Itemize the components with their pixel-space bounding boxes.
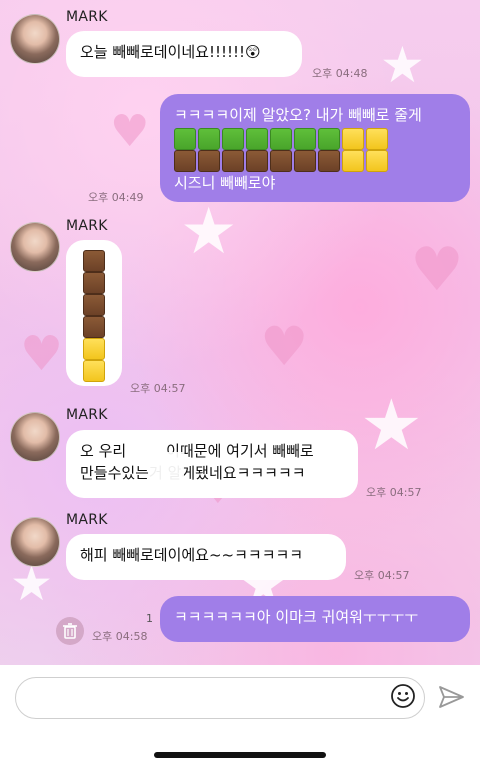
smiley-icon[interactable] bbox=[390, 683, 416, 709]
message-time: 오후 04:48 bbox=[312, 67, 368, 80]
message-text: ㅋㅋㅋㅋ이제 알았오? 내가 빼빼로 줄게 bbox=[174, 106, 422, 124]
message-text: 이때문에 여기서 빼빼로 bbox=[166, 442, 314, 460]
sender-name: MARK bbox=[66, 512, 108, 528]
message-bubble[interactable]: 오늘 빼빼로데이네요!!!!!!😲 bbox=[66, 31, 302, 77]
heart-decoration: ♥ bbox=[110, 106, 150, 157]
message-time: 오후 04:49 bbox=[88, 191, 144, 204]
heart-decoration: ♥ bbox=[260, 315, 309, 378]
message-text: 만들수있는거 알게됐네요ㅋㅋㅋㅋㅋ bbox=[80, 464, 306, 482]
censor-patch bbox=[148, 452, 184, 482]
message-text: 오늘 빼빼로데이네요!!!!!!😲 bbox=[80, 43, 261, 61]
message-time: 오후 04:57 bbox=[130, 382, 186, 395]
sender-name: MARK bbox=[66, 218, 108, 234]
avatar[interactable] bbox=[10, 412, 60, 462]
sender-name: MARK bbox=[66, 9, 108, 25]
message-text: 시즈니 빼빼로야 bbox=[174, 174, 276, 192]
send-icon[interactable] bbox=[436, 682, 466, 712]
message-bubble[interactable]: 해피 빼빼로데이에요~~ㅋㅋㅋㅋㅋ bbox=[66, 534, 346, 580]
star-decoration: ★ bbox=[10, 556, 54, 612]
home-indicator bbox=[154, 752, 326, 758]
message-text: ㅋㅋㅋㅋㅋㅋ아 이마크 귀여워ㅜㅜㅜㅜ bbox=[174, 608, 419, 626]
pepero-emoji-stick bbox=[82, 250, 106, 382]
star-decoration: ★ bbox=[360, 384, 423, 466]
avatar[interactable] bbox=[10, 222, 60, 272]
star-decoration: ★ bbox=[180, 195, 238, 269]
my-message-bubble[interactable]: ㅋㅋㅋㅋ이제 알았오? 내가 빼빼로 줄게 시즈니 빼빼로야 bbox=[160, 94, 470, 202]
unread-count: 1 bbox=[146, 612, 153, 625]
sender-name: MARK bbox=[66, 407, 108, 423]
heart-decoration: ♥ bbox=[20, 326, 64, 382]
avatar[interactable] bbox=[10, 517, 60, 567]
message-time: 오후 04:58 bbox=[92, 630, 148, 643]
trash-icon[interactable] bbox=[56, 617, 84, 645]
pepero-emoji-row bbox=[174, 128, 456, 150]
star-decoration: ★ bbox=[380, 36, 425, 94]
message-time: 오후 04:57 bbox=[354, 569, 410, 582]
message-input[interactable] bbox=[15, 677, 425, 719]
message-time: 오후 04:57 bbox=[366, 486, 422, 499]
heart-decoration: ♥ bbox=[410, 235, 464, 305]
pepero-emoji-row bbox=[174, 150, 456, 174]
pepero-emoji-bubble[interactable] bbox=[66, 240, 122, 386]
message-bubble[interactable]: 오 우리 이때문에 여기서 빼빼로 만들수있는거 알게됐네요ㅋㅋㅋㅋㅋ bbox=[66, 430, 358, 498]
message-text: 해피 빼빼로데이에요~~ㅋㅋㅋㅋㅋ bbox=[80, 546, 304, 564]
avatar[interactable] bbox=[10, 14, 60, 64]
my-message-bubble[interactable]: ㅋㅋㅋㅋㅋㅋ아 이마크 귀여워ㅜㅜㅜㅜ bbox=[160, 596, 470, 642]
input-bar bbox=[0, 665, 480, 768]
message-text: 오 우리 bbox=[80, 442, 127, 460]
